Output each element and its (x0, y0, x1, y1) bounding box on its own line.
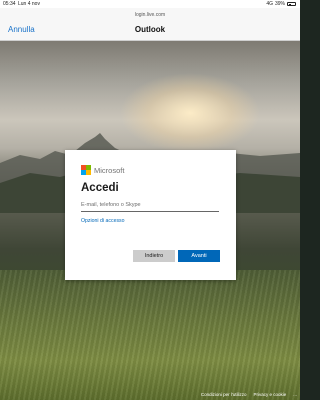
sign-in-options-link[interactable]: Opzioni di accesso (81, 218, 125, 224)
sign-in-heading: Accedi (81, 182, 119, 194)
next-button[interactable]: Avanti (178, 250, 220, 262)
battery-percent: 39% (274, 1, 285, 7)
status-right: 4G 39% (266, 1, 296, 7)
url-label: login.live.com (134, 12, 166, 18)
brand: Microsoft (81, 165, 124, 175)
terms-link[interactable]: Condizioni per l'utilizzo (201, 392, 247, 397)
footer: Condizioni per l'utilizzo Privacy e cook… (201, 392, 297, 397)
microsoft-logo-icon (81, 165, 91, 175)
sign-in-card: Microsoft Accedi Opzioni di accesso Indi… (65, 150, 236, 280)
status-date: Lun 4 nov (18, 1, 40, 7)
battery-icon (287, 2, 296, 6)
browser-bar: login.live.com Annulla Outlook (0, 8, 300, 41)
status-time: 05:34 (3, 1, 16, 7)
more-options-button[interactable]: ... (293, 392, 297, 397)
status-bar: 05:34 Lun 4 nov 4G 39% (0, 0, 300, 8)
email-field[interactable] (81, 199, 219, 212)
brand-name: Microsoft (94, 165, 125, 175)
page-title: Outlook (134, 25, 166, 34)
privacy-link[interactable]: Privacy e cookie (253, 392, 286, 397)
back-button[interactable]: Indietro (133, 250, 175, 262)
grass-foreground (0, 270, 300, 400)
network-label: 4G (266, 1, 273, 7)
